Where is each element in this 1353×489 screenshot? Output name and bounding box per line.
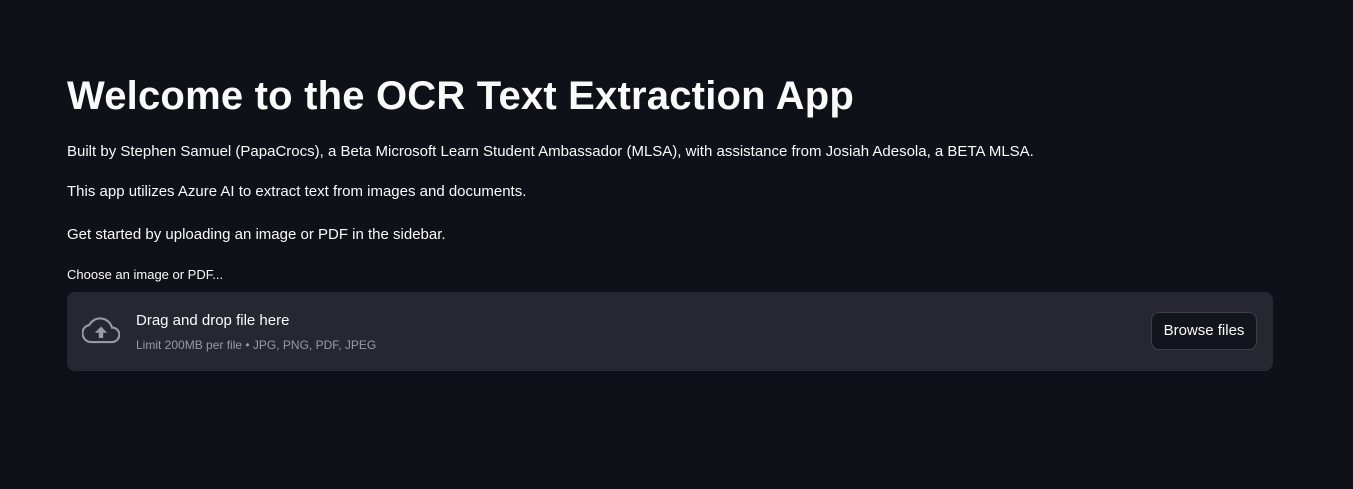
dropzone-title: Drag and drop file here	[136, 312, 290, 329]
browse-files-button[interactable]: Browse files	[1151, 312, 1257, 350]
dropzone-limit-text: Limit 200MB per file • JPG, PNG, PDF, JP…	[136, 338, 377, 352]
intro-paragraph: Built by Stephen Samuel (PapaCrocs), a B…	[67, 143, 1034, 160]
description-paragraph: This app utilizes Azure AI to extract te…	[67, 183, 527, 200]
file-dropzone[interactable]: Drag and drop file here Limit 200MB per …	[67, 292, 1273, 371]
cloud-upload-icon	[82, 317, 120, 344]
uploader-label: Choose an image or PDF...	[67, 267, 224, 282]
page-title: Welcome to the OCR Text Extraction App	[67, 74, 854, 118]
instructions-paragraph: Get started by uploading an image or PDF…	[67, 226, 446, 243]
